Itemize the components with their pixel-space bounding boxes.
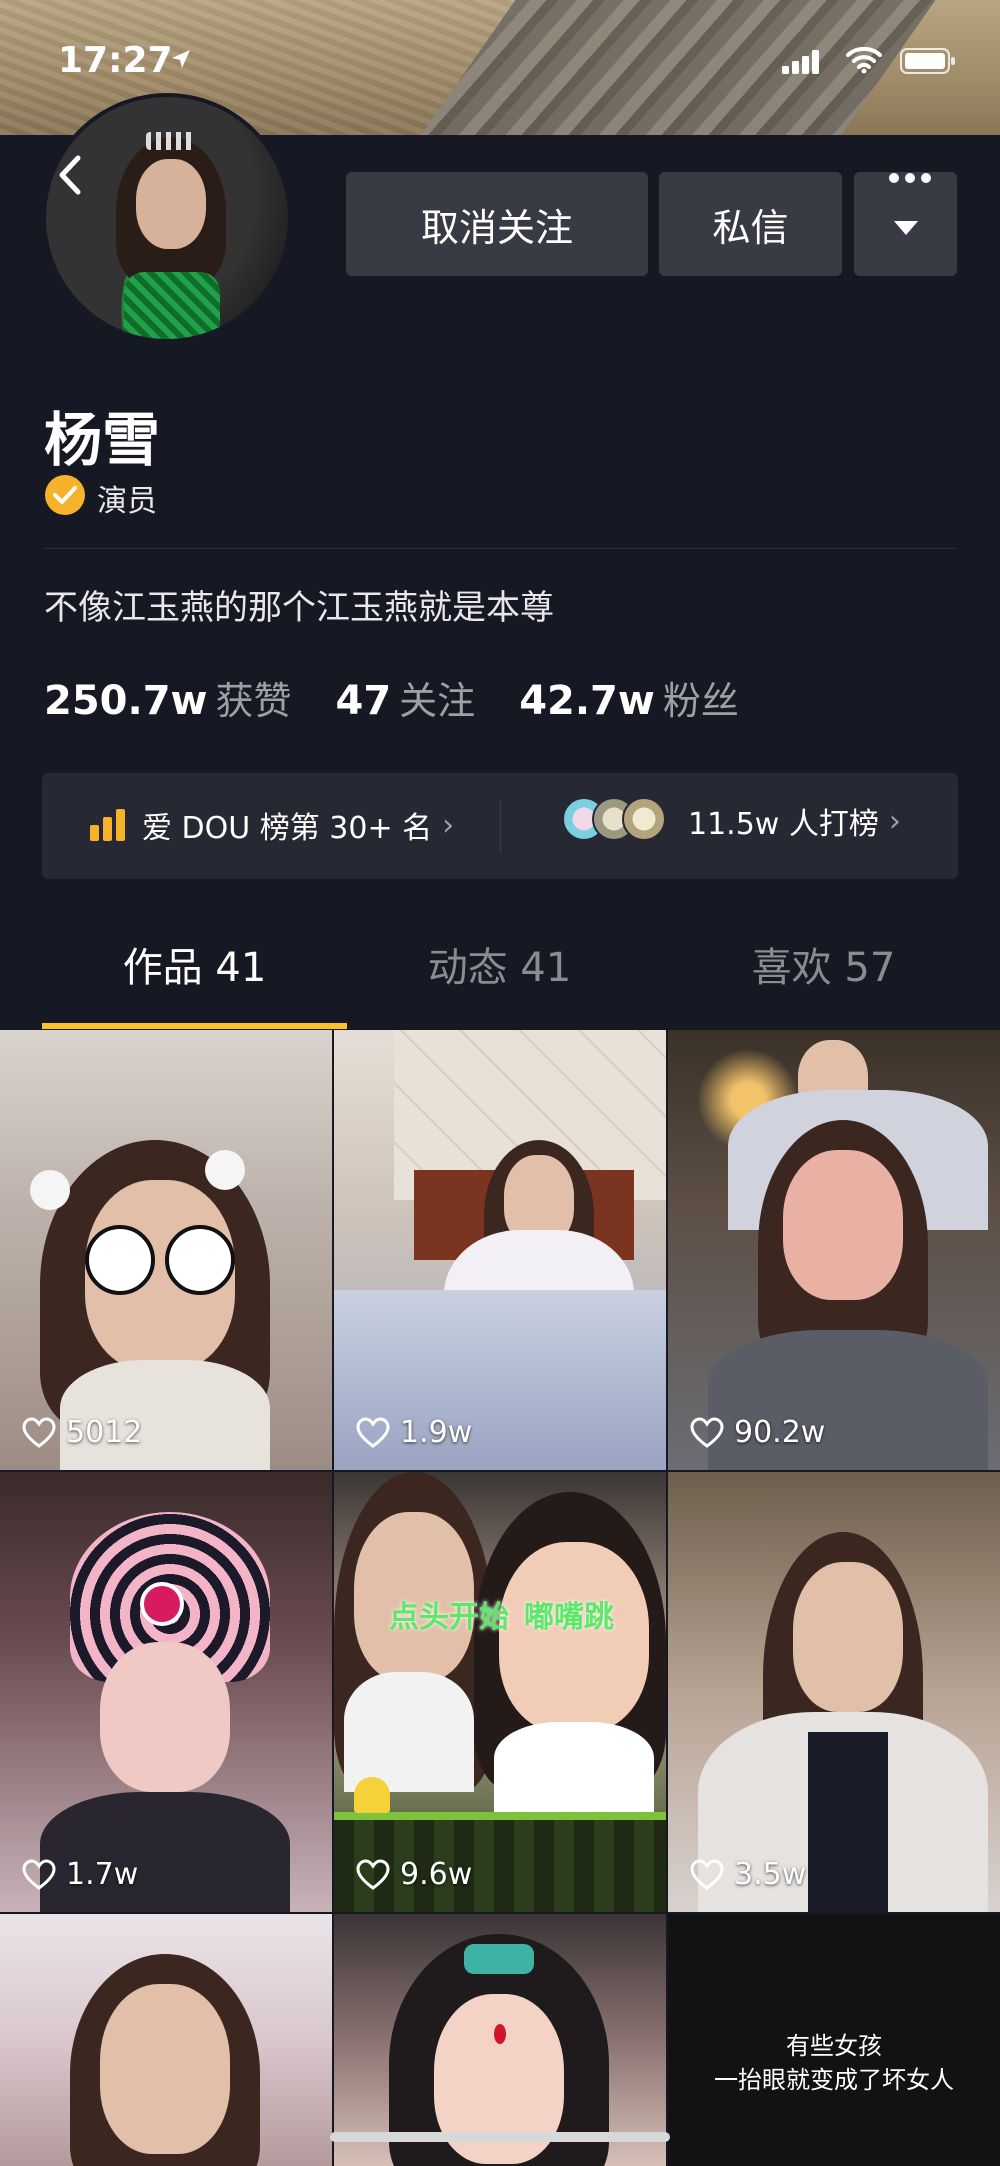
heart-icon bbox=[22, 1858, 56, 1890]
profile-bio: 不像江玉燕的那个江玉燕就是本尊 bbox=[44, 588, 554, 628]
video-likes: 9.6w bbox=[356, 1857, 472, 1892]
verified-role-label: 演员 bbox=[97, 484, 157, 519]
wifi-icon bbox=[846, 46, 882, 74]
message-button[interactable]: 私信 bbox=[659, 172, 842, 276]
video-likes: 3.5w bbox=[690, 1857, 806, 1892]
chevron-down-icon bbox=[893, 221, 918, 235]
following-label[interactable]: 关注 bbox=[399, 670, 475, 725]
ranking-bar: 爱 DOU 榜第 30+ 名 › 11.5w 人打榜 › bbox=[42, 773, 958, 879]
followers-count[interactable]: 42.7w bbox=[519, 678, 655, 724]
tab-likes[interactable]: 喜欢 57 bbox=[657, 935, 990, 993]
chevron-right-icon: › bbox=[888, 803, 901, 839]
likes-count: 3.5w bbox=[734, 1857, 807, 1892]
heart-icon bbox=[22, 1416, 56, 1448]
likes-count: 1.9w bbox=[400, 1415, 473, 1450]
likes-label[interactable]: 获赞 bbox=[215, 670, 291, 725]
heart-icon bbox=[356, 1416, 390, 1448]
video-thumbnail[interactable]: 90.2w bbox=[668, 1030, 1000, 1470]
profile-stats: 250.7w 获赞 47 关注 42.7w 粉丝 bbox=[44, 670, 783, 725]
tab-indicator bbox=[42, 1023, 347, 1029]
video-caption-line2: 一抬眼就变成了坏女人 bbox=[714, 2066, 954, 2094]
avatar bbox=[622, 797, 666, 841]
dou-rank-text: 爱 DOU 榜第 30+ 名 bbox=[142, 811, 433, 846]
profile-avatar[interactable] bbox=[42, 93, 292, 343]
likes-count[interactable]: 250.7w bbox=[44, 678, 207, 724]
video-likes: 1.7w bbox=[22, 1857, 138, 1892]
video-thumbnail[interactable]: 1.7w bbox=[0, 1472, 332, 1912]
supporter-avatars bbox=[562, 797, 672, 845]
verified-badge-icon bbox=[45, 475, 85, 515]
divider bbox=[500, 799, 501, 853]
status-time: 17:27 bbox=[58, 40, 173, 81]
tab-works[interactable]: 作品 41 bbox=[28, 935, 361, 993]
supporters-link[interactable]: 11.5w 人打榜 › bbox=[562, 797, 901, 845]
video-thumbnail[interactable] bbox=[334, 1914, 666, 2166]
video-likes: 5012 bbox=[22, 1415, 142, 1450]
back-arrow-icon[interactable] bbox=[50, 150, 90, 200]
video-likes: 1.9w bbox=[356, 1415, 472, 1450]
video-thumbnail[interactable]: 点头开始 嘟嘴跳 9.6w bbox=[334, 1472, 666, 1912]
video-likes: 90.2w bbox=[690, 1415, 825, 1450]
heart-icon bbox=[356, 1858, 390, 1890]
video-overlay-text: 点头开始 bbox=[389, 1600, 509, 1635]
dou-rank-link[interactable]: 爱 DOU 榜第 30+ 名 › bbox=[88, 803, 454, 847]
video-caption-line1: 有些女孩 bbox=[786, 2032, 882, 2060]
ellipsis-icon[interactable] bbox=[880, 166, 940, 190]
chevron-right-icon: › bbox=[442, 807, 455, 843]
likes-count: 90.2w bbox=[734, 1415, 826, 1450]
unfollow-button[interactable]: 取消关注 bbox=[346, 172, 648, 276]
video-thumbnail[interactable] bbox=[0, 1914, 332, 2166]
battery-icon bbox=[900, 48, 955, 74]
likes-count: 9.6w bbox=[400, 1857, 473, 1892]
supporters-text: 11.5w 人打榜 bbox=[688, 807, 879, 842]
video-thumbnail[interactable]: 有些女孩 一抬眼就变成了坏女人 bbox=[668, 1914, 1000, 2166]
heart-icon bbox=[690, 1858, 724, 1890]
home-indicator[interactable] bbox=[330, 2132, 670, 2142]
content-tabs: 作品 41 动态 41 喜欢 57 bbox=[0, 935, 1000, 1035]
video-thumbnail[interactable]: 5012 bbox=[0, 1030, 332, 1470]
video-thumbnail[interactable]: 3.5w bbox=[668, 1472, 1000, 1912]
likes-count: 5012 bbox=[66, 1415, 143, 1450]
cellular-signal-icon bbox=[782, 50, 819, 74]
tab-activity[interactable]: 动态 41 bbox=[333, 935, 666, 993]
likes-count: 1.7w bbox=[66, 1857, 139, 1892]
following-count[interactable]: 47 bbox=[336, 678, 392, 724]
location-arrow-icon bbox=[172, 50, 190, 68]
bar-chart-icon bbox=[90, 809, 125, 841]
profile-name: 杨雪 bbox=[44, 406, 161, 474]
video-thumbnail[interactable]: 1.9w bbox=[334, 1030, 666, 1470]
video-overlay-text: 嘟嘴跳 bbox=[524, 1600, 614, 1635]
divider bbox=[44, 548, 956, 549]
followers-label[interactable]: 粉丝 bbox=[663, 670, 739, 725]
heart-icon bbox=[690, 1416, 724, 1448]
